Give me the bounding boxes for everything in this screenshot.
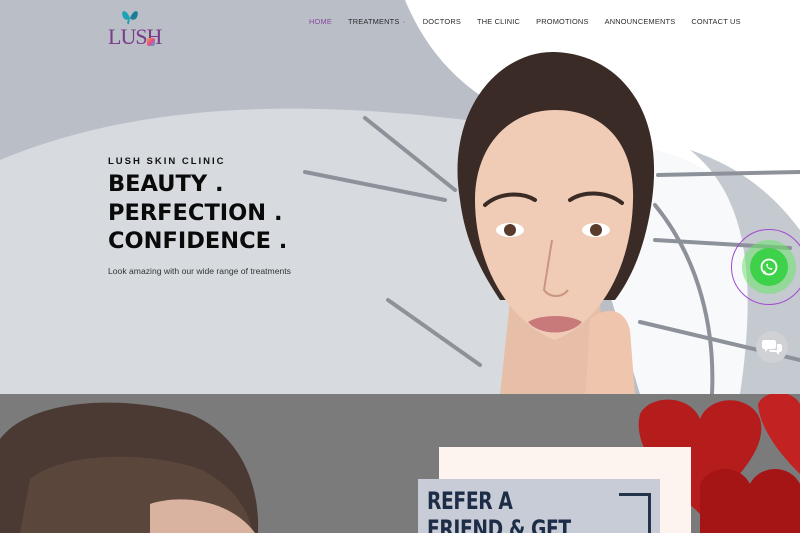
nav-label: PROMOTIONS [536, 17, 589, 26]
live-chat-button[interactable] [756, 331, 788, 363]
nav-item-home[interactable]: HOME [309, 17, 332, 26]
chevron-down-icon: ⌄ [401, 19, 407, 25]
nav-item-the-clinic[interactable]: THE CLINIC [477, 17, 520, 26]
nav-item-doctors[interactable]: DOCTORS [423, 17, 461, 26]
promo-title: REFER A FRIEND & GET [427, 487, 571, 533]
promo-section: REFER A FRIEND & GET [0, 394, 800, 533]
nav-label: CONTACT US [691, 17, 741, 26]
headline-line: BEAUTY . [108, 171, 224, 197]
hero-section: LUSH HOME TREATMENTS ⌄ DOCTORS THE CLINIC… [0, 0, 800, 394]
headline-line: CONFIDENCE . [108, 228, 288, 254]
nav-label: THE CLINIC [477, 17, 521, 26]
hero-model-image [457, 51, 655, 394]
nav-label: TREATMENTS [347, 17, 400, 26]
hero-subtitle: Look amazing with our wide range of trea… [108, 266, 291, 276]
nav-item-promotions[interactable]: PROMOTIONS [536, 17, 589, 26]
brand-logo[interactable]: LUSH [106, 8, 162, 50]
whatsapp-icon [760, 258, 778, 276]
chat-bubbles-icon [762, 340, 782, 355]
nav-label: DOCTORS [422, 17, 461, 26]
promo-title-line: REFER A [427, 487, 513, 515]
nav-item-treatments[interactable]: TREATMENTS ⌄ [348, 17, 407, 26]
headline-line: PERFECTION . [108, 199, 283, 226]
nav-item-contact-us[interactable]: CONTACT US [691, 17, 740, 26]
nav-label: HOME [309, 17, 332, 26]
promo-card-corner-accent [619, 493, 651, 533]
hero-kicker: LUSH SKIN CLINIC [108, 156, 226, 167]
whatsapp-button[interactable] [750, 248, 788, 286]
logo-color-mark [147, 38, 155, 46]
nav-label: ANNOUNCEMENTS [604, 17, 676, 26]
promo-title-line: FRIEND & GET [427, 515, 571, 533]
hero-headline: BEAUTY . PERFECTION . CONFIDENCE . [108, 170, 287, 256]
logo-text: LUSH [108, 24, 162, 49]
nav-item-announcements[interactable]: ANNOUNCEMENTS [605, 17, 676, 26]
main-nav: HOME TREATMENTS ⌄ DOCTORS THE CLINIC PROM… [309, 17, 757, 26]
